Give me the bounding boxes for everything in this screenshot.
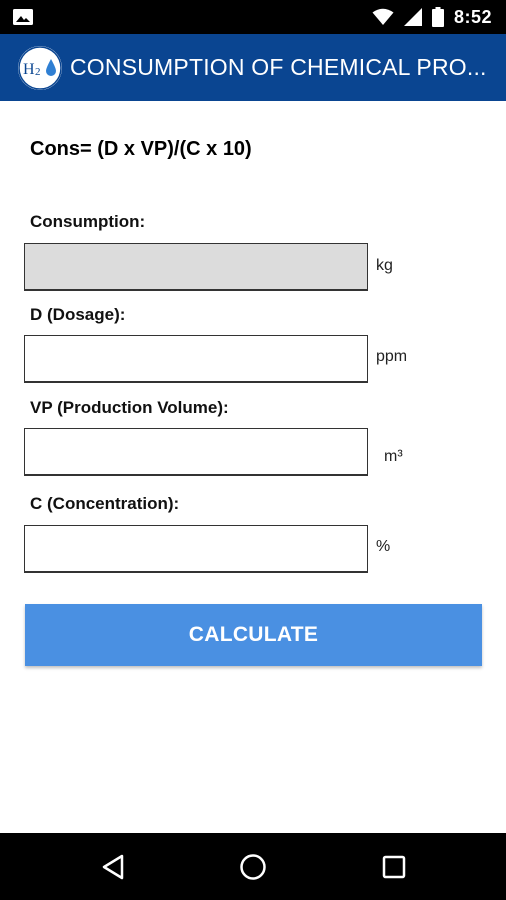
concentration-unit: %	[376, 538, 391, 555]
dosage-label: D (Dosage):	[30, 305, 126, 324]
back-button[interactable]	[95, 849, 131, 885]
recents-button[interactable]	[376, 849, 412, 885]
concentration-field[interactable]	[24, 525, 368, 573]
h2o-logo-icon: H 2	[18, 46, 62, 90]
recents-icon	[382, 855, 406, 879]
production-volume-field[interactable]	[24, 428, 368, 476]
dosage-unit: ppm	[376, 348, 408, 365]
production-volume-label: VP (Production Volume):	[30, 398, 229, 417]
status-time: 8:52	[453, 6, 492, 27]
home-button[interactable]	[235, 849, 271, 885]
consumption-field[interactable]	[24, 243, 368, 291]
calculate-button[interactable]: CALCULATE	[25, 604, 482, 666]
app-bar: H 2 CONSUMPTION OF CHEMICAL PRO...	[0, 34, 506, 101]
app-title: CONSUMPTION OF CHEMICAL PRO...	[70, 54, 487, 80]
production-volume-unit: m³	[384, 448, 403, 465]
status-bar: 8:52	[0, 0, 506, 34]
nav-bar	[0, 833, 506, 900]
formula-text: Cons= (D x VP)/(C x 10)	[30, 138, 252, 160]
home-icon	[240, 854, 266, 880]
image-icon	[13, 9, 33, 25]
battery-icon	[431, 7, 444, 27]
app-logo: H 2	[18, 46, 62, 90]
dosage-field[interactable]	[24, 335, 368, 383]
wifi-icon	[372, 8, 394, 25]
consumption-label: Consumption:	[30, 212, 146, 231]
consumption-unit: kg	[376, 257, 393, 274]
back-icon	[102, 854, 124, 880]
signal-icon	[403, 8, 422, 26]
concentration-label: C (Concentration):	[30, 494, 180, 513]
svg-text:H: H	[23, 61, 35, 78]
svg-text:2: 2	[35, 66, 41, 78]
